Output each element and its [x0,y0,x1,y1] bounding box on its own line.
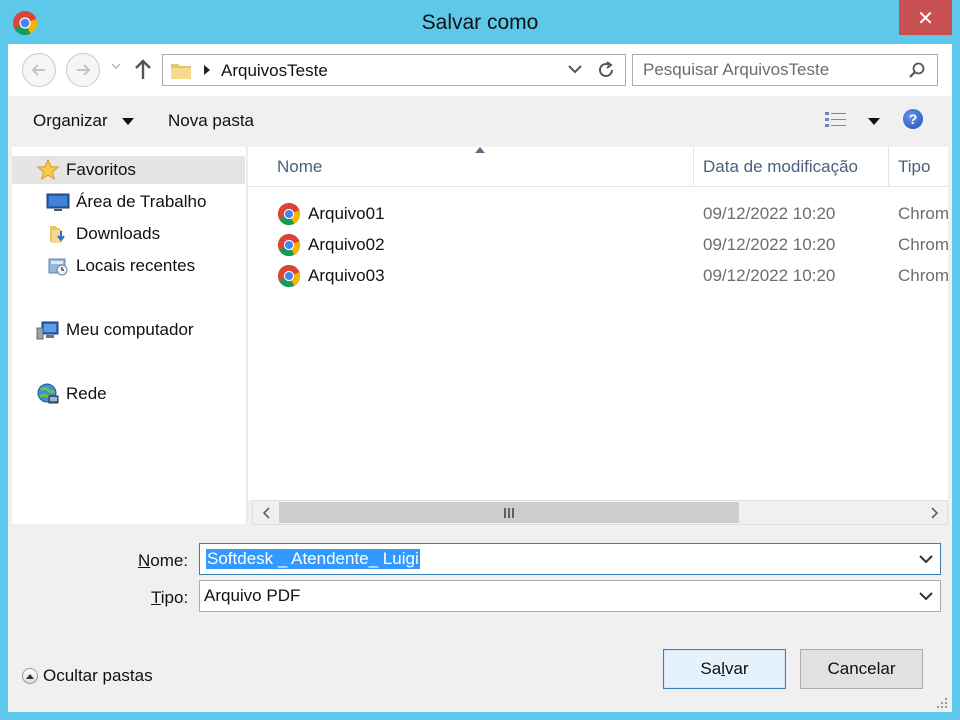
address-row: ArquivosTeste [8,44,952,96]
save-button[interactable]: Sa l var [663,649,786,689]
file-date: 09/12/2022 10:20 [703,235,836,254]
command-bar: Organizar Nova pasta ? [8,98,952,146]
chevron-down-icon[interactable] [919,554,933,564]
chevron-left-icon [262,506,270,519]
downloads-folder-icon [46,222,70,246]
file-type: Chrome [898,266,948,285]
close-icon: ✕ [917,5,934,30]
back-arrow-icon [31,64,45,76]
nav-item-downloads[interactable]: Downloads [12,220,160,248]
nav-item-label: Rede [66,384,107,403]
nav-item-label: Favoritos [66,160,136,179]
desktop-icon [46,190,70,214]
nav-item-recent-places[interactable]: Locais recentes [12,252,195,280]
folder-icon [171,64,191,79]
breadcrumb-current-folder[interactable]: ArquivosTeste [221,61,328,81]
chevron-down-icon[interactable] [919,591,933,601]
window-title: Salvar como [421,11,539,34]
view-dropdown-icon[interactable] [868,118,880,125]
network-icon [36,382,60,406]
file-row[interactable]: Arquivo03 09/12/2022 10:20 Chrome [248,261,948,291]
grip-lines-icon [504,507,514,518]
view-options-icon[interactable] [824,110,848,130]
organize-dropdown-icon[interactable] [122,118,134,125]
star-icon [36,158,60,182]
close-button[interactable]: ✕ [899,0,952,35]
computer-icon [36,318,60,342]
title-bar: Salvar como ✕ [0,0,960,44]
file-name: Arquivo03 [308,266,385,285]
recent-locations-dropdown-icon[interactable] [111,62,121,70]
search-input[interactable] [643,60,893,80]
nav-item-label: Meu computador [66,320,194,339]
scroll-right-button[interactable] [922,501,947,524]
search-icon[interactable] [907,61,927,81]
back-button[interactable] [22,53,56,87]
scroll-left-button[interactable] [253,501,278,524]
scrollbar-thumb[interactable] [279,502,739,523]
file-type-value: Arquivo PDF [204,586,301,605]
nav-item-desktop[interactable]: Área de Trabalho [12,188,206,216]
file-name-label: Nome: [138,551,189,570]
cancel-button[interactable]: Cancelar [800,649,923,689]
chevron-right-icon [930,506,938,519]
chrome-document-icon [277,202,301,226]
file-list: Nome Data de modificação Tipo Arquivo01 … [248,147,948,500]
hide-folders-toggle[interactable]: Ocultar pastas [22,666,153,686]
file-date: 09/12/2022 10:20 [703,266,836,285]
address-dropdown-icon[interactable] [568,64,582,74]
resize-grip-icon[interactable] [936,697,948,709]
column-header-type[interactable]: Tipo [889,147,948,187]
forward-arrow-icon [77,64,91,76]
chrome-document-icon [277,264,301,288]
organize-button[interactable]: Organizar [33,111,108,131]
nav-item-my-computer[interactable]: Meu computador [12,316,194,344]
file-type-select[interactable]: Arquivo PDF [199,580,941,612]
column-header-name[interactable]: Nome [248,147,693,187]
search-box[interactable] [632,54,938,86]
nav-item-label: Área de Trabalho [76,192,207,211]
refresh-icon[interactable] [596,60,616,80]
hide-folders-label: Ocultar pastas [43,666,153,685]
file-name: Arquivo02 [308,235,385,254]
forward-button[interactable] [66,53,100,87]
nav-item-label: Downloads [76,224,161,243]
file-name-input[interactable]: Softdesk _ Atendente_ Luigi [206,549,420,569]
nav-item-favorites[interactable]: Favoritos [12,156,245,184]
address-bar[interactable]: ArquivosTeste [162,54,626,86]
navigation-pane: Favoritos Área de Trabalho Downloads Loc… [12,147,247,524]
file-row[interactable]: Arquivo02 09/12/2022 10:20 Chrome [248,230,948,260]
recent-places-icon [46,254,70,278]
file-name: Arquivo01 [308,204,385,223]
nav-item-network[interactable]: Rede [12,380,107,408]
breadcrumb-arrow-icon[interactable] [203,64,211,76]
horizontal-scrollbar[interactable] [252,500,948,525]
file-type: Chrome [898,204,948,223]
chrome-document-icon [277,233,301,257]
nav-item-label: Locais recentes [76,256,196,275]
new-folder-button[interactable]: Nova pasta [168,111,254,131]
file-name-combobox[interactable]: Softdesk _ Atendente_ Luigi [199,543,941,575]
file-type: Chrome [898,235,948,254]
dialog-body: ArquivosTeste Organizar Nova pasta ? Fav… [8,44,952,712]
file-row[interactable]: Arquivo01 09/12/2022 10:20 Chrome [248,199,948,229]
column-header-date-modified[interactable]: Data de modificação [694,147,888,187]
file-type-label: Tipo: [151,588,189,607]
file-date: 09/12/2022 10:20 [703,204,836,223]
help-icon[interactable]: ? [903,109,923,129]
chevron-up-icon [22,668,38,684]
up-arrow-icon[interactable] [134,58,152,80]
